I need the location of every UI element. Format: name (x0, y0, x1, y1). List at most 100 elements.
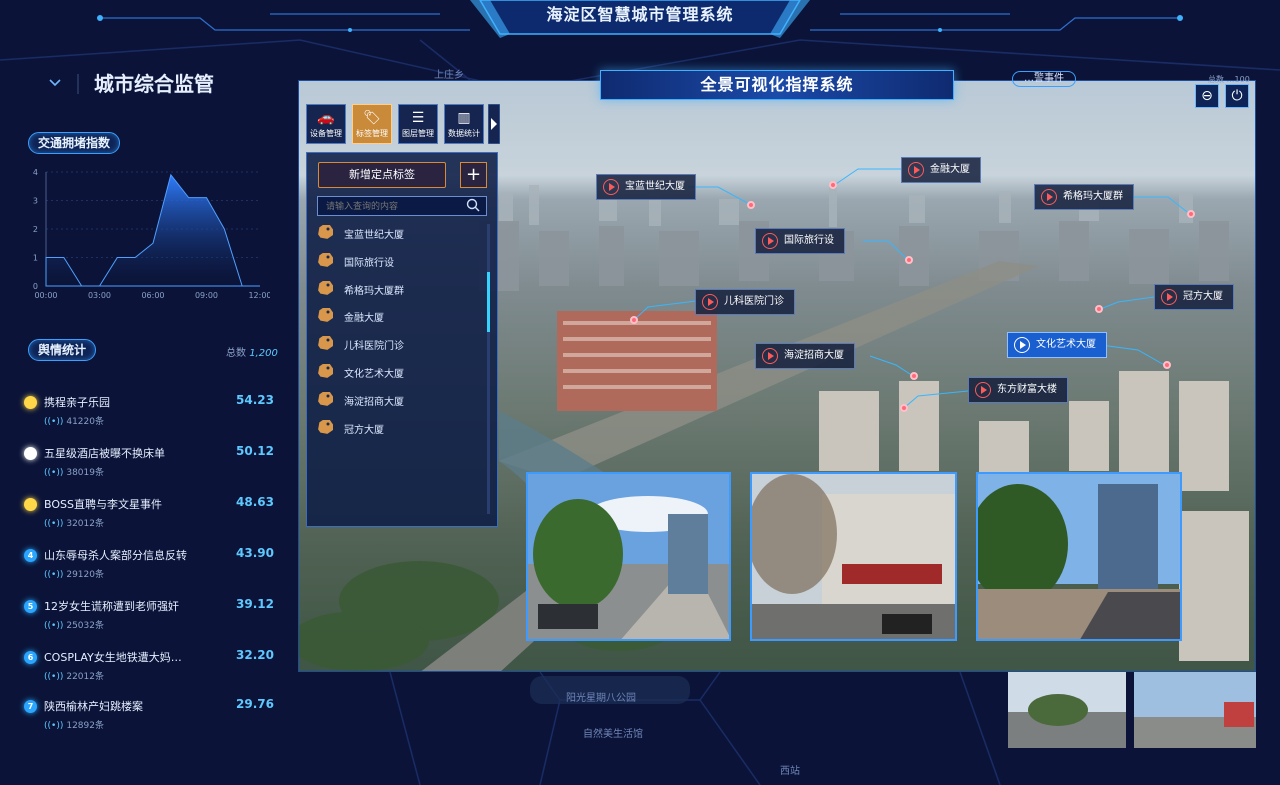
map-label: 上庄乡 (434, 70, 464, 81)
broadcast-icon: ((•)) (44, 721, 64, 731)
play-icon (1014, 337, 1030, 353)
rank-badge: 7 (24, 700, 37, 713)
opinion-count: ((•)) 38019条 (44, 468, 104, 478)
opinion-item[interactable]: BOSS直聘与李文星事件 48.63 ((•)) 32012条 (24, 492, 274, 532)
play-icon (762, 233, 778, 249)
rank-badge: 6 (24, 651, 37, 664)
opinion-title: 五星级酒店被曝不换床单 (44, 447, 165, 460)
point-marker[interactable] (900, 404, 908, 412)
point-wenhua[interactable]: 文化艺术大厦 (1007, 332, 1107, 358)
opinion-stats-title: 舆情统计 (28, 339, 97, 361)
point-guoji[interactable]: 国际旅行设 (755, 228, 845, 254)
alarm-total: 总数 …100 (1208, 75, 1250, 84)
opinion-item[interactable]: 5 12岁女生谎称遭到老师强奸 39.12 ((•)) 25032条 (24, 594, 274, 634)
point-marker[interactable] (829, 181, 837, 189)
collapse-chevron-icon[interactable] (46, 74, 86, 94)
opinion-item[interactable]: 7 陕西榆林产妇跳楼案 29.76 ((•)) 12892条 (24, 694, 274, 734)
opinion-count: ((•)) 25032条 (44, 621, 104, 631)
opinion-title: 山东辱母杀人案部分信息反转 (44, 549, 187, 562)
street-photo (528, 474, 729, 639)
map-label: 阳光星期八公园 (566, 693, 636, 704)
play-icon (1161, 289, 1177, 305)
opinion-title: 陕西榆林产妇跳楼案 (44, 700, 143, 713)
rank-badge (24, 498, 37, 511)
opinion-item[interactable]: 五星级酒店被曝不换床单 50.12 ((•)) 38019条 (24, 441, 274, 481)
opinion-score: 29.76 (236, 697, 274, 711)
point-erke[interactable]: 儿科医院门诊 (695, 289, 795, 315)
opinion-item[interactable]: 4 山东辱母杀人案部分信息反转 43.90 ((•)) 29120条 (24, 543, 274, 583)
opinion-count: ((•)) 12892条 (44, 721, 104, 731)
camera-photo-1[interactable] (526, 472, 731, 641)
broadcast-icon: ((•)) (44, 417, 64, 427)
street-photo (1134, 672, 1256, 748)
camera-photo-2[interactable] (750, 472, 957, 641)
street-photo (752, 474, 955, 639)
y-tick-label: 0 (33, 282, 38, 291)
broadcast-icon: ((•)) (44, 621, 64, 631)
rank-badge (24, 447, 37, 460)
opinion-count: ((•)) 41220条 (44, 417, 104, 427)
map-label: 自然美生活馆 (583, 729, 643, 740)
opinion-score: 32.20 (236, 648, 274, 662)
point-dongfang[interactable]: 东方财富大楼 (968, 377, 1068, 403)
point-marker[interactable] (1187, 210, 1195, 218)
opinion-item[interactable]: 携程亲子乐园 54.23 ((•)) 41220条 (24, 390, 274, 430)
broadcast-icon: ((•)) (44, 672, 64, 682)
y-tick-label: 4 (33, 168, 38, 177)
y-tick-label: 1 (33, 254, 38, 263)
street-photo (1008, 672, 1126, 748)
section-title: 城市综合监管 (94, 72, 214, 96)
play-icon (603, 179, 619, 195)
point-baolan[interactable]: 宝蓝世纪大厦 (596, 174, 696, 200)
traffic-area-series (45, 173, 260, 287)
x-tick-label: 06:00 (141, 291, 164, 300)
point-jinrong[interactable]: 金融大厦 (901, 157, 981, 183)
camera-photo-4[interactable] (1008, 672, 1126, 748)
point-guanfang[interactable]: 冠方大厦 (1154, 284, 1234, 310)
point-xigema[interactable]: 希格玛大厦群 (1034, 184, 1134, 210)
rank-badge: 5 (24, 600, 37, 613)
opinion-score: 50.12 (236, 444, 274, 458)
point-haidian[interactable]: 海淀招商大厦 (755, 343, 855, 369)
traffic-chart: 0 1 2 3 4 00:00 03:00 06:00 09:00 12:00 (33, 168, 270, 300)
opinion-total: 总数 1,200 (226, 348, 278, 359)
rank-badge (24, 396, 37, 409)
app-title: 海淀区智慧城市管理系统 (546, 5, 734, 24)
play-icon (762, 348, 778, 364)
opinion-title: BOSS直聘与李文星事件 (44, 498, 162, 511)
opinion-score: 39.12 (236, 597, 274, 611)
opinion-title: 携程亲子乐园 (44, 396, 110, 409)
opinion-count: ((•)) 29120条 (44, 570, 104, 580)
broadcast-icon: ((•)) (44, 570, 64, 580)
point-marker[interactable] (1095, 305, 1103, 313)
camera-photo-5[interactable] (1134, 672, 1256, 748)
y-tick-label: 2 (33, 225, 38, 234)
opinion-score: 54.23 (236, 393, 274, 407)
play-icon (908, 162, 924, 178)
play-icon (702, 294, 718, 310)
opinion-score: 43.90 (236, 546, 274, 560)
alarm-events-title: …警事件 (1012, 71, 1076, 87)
point-marker[interactable] (1163, 361, 1171, 369)
map-label: 西站 (780, 766, 800, 777)
opinion-score: 48.63 (236, 495, 274, 509)
point-marker[interactable] (905, 256, 913, 264)
rank-badge: 4 (24, 549, 37, 562)
x-tick-label: 12:00 (248, 291, 270, 300)
x-tick-label: 03:00 (88, 291, 111, 300)
traffic-index-title: 交通拥堵指数 (28, 132, 121, 154)
opinion-item[interactable]: 6 COSPLAY女生地铁遭大妈… 32.20 ((•)) 22012条 (24, 645, 274, 685)
camera-photo-3[interactable] (976, 472, 1182, 641)
broadcast-icon: ((•)) (44, 519, 64, 529)
point-marker[interactable] (747, 201, 755, 209)
opinion-title: COSPLAY女生地铁遭大妈… (44, 651, 182, 664)
y-tick-label: 3 (33, 197, 38, 206)
point-marker[interactable] (630, 316, 638, 324)
street-photo (978, 474, 1180, 639)
play-icon (1041, 189, 1057, 205)
point-marker[interactable] (910, 372, 918, 380)
opinion-count: ((•)) 32012条 (44, 519, 104, 529)
opinion-title: 12岁女生谎称遭到老师强奸 (44, 600, 179, 613)
x-tick-label: 00:00 (34, 291, 57, 300)
x-tick-label: 09:00 (195, 291, 218, 300)
